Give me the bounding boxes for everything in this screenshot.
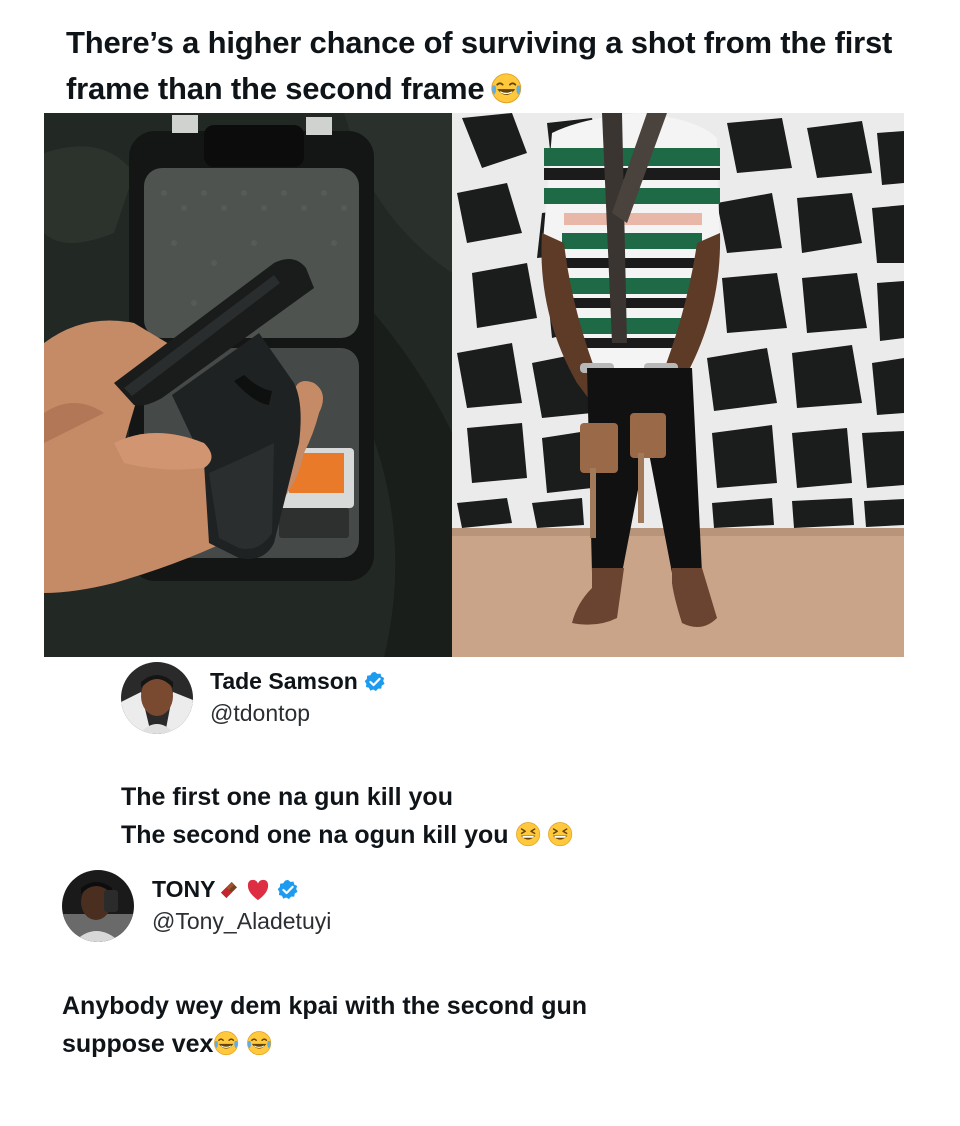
reply-2-text: Anybody wey dem kpai with the second gun… (62, 987, 587, 1063)
reply-2-name-row: TONY (152, 876, 299, 903)
reply-1-line-2-text: The second one na ogun kill you (121, 821, 509, 849)
verified-badge-icon (364, 671, 386, 693)
face-with-tears-of-joy-icon (213, 1030, 239, 1056)
reply-2-line-1: Anybody wey dem kpai with the second gun (62, 992, 588, 1020)
reply-2-handle[interactable]: @Tony_Aladetuyi (152, 908, 331, 935)
chocolate-bar-icon (221, 881, 238, 898)
reply-1-line-1: The first one na gun kill you (121, 783, 453, 811)
grinning-squinting-face-icon (547, 821, 573, 847)
avatar-tony-aladetuyi[interactable] (62, 870, 134, 942)
reply-1-line-2: The second one na ogun kill you (121, 816, 573, 854)
photo-handgun[interactable] (44, 113, 452, 657)
avatar-tade-samson[interactable] (121, 662, 193, 734)
reply-1-text: The first one na gun kill you The second… (121, 778, 573, 854)
reply-1-handle[interactable]: @tdontop (210, 700, 310, 727)
reply-2-line-2-text: suppose vex (62, 1030, 214, 1058)
face-with-tears-of-joy-icon (490, 72, 523, 105)
verified-badge-icon (277, 879, 299, 901)
red-heart-icon (248, 879, 269, 900)
reply-2-name[interactable]: TONY (152, 876, 215, 903)
post-headline: There’s a higher chance of surviving a s… (66, 20, 926, 112)
reply-2-line-2: suppose vex (62, 1025, 587, 1063)
photo-handcuffed-man[interactable] (452, 113, 904, 657)
face-with-tears-of-joy-icon (246, 1030, 272, 1056)
grinning-squinting-face-icon (515, 821, 541, 847)
reply-1-name[interactable]: Tade Samson (210, 668, 358, 695)
headline-text: There’s a higher chance of surviving a s… (66, 25, 893, 106)
reply-1-name-row: Tade Samson (210, 668, 386, 695)
